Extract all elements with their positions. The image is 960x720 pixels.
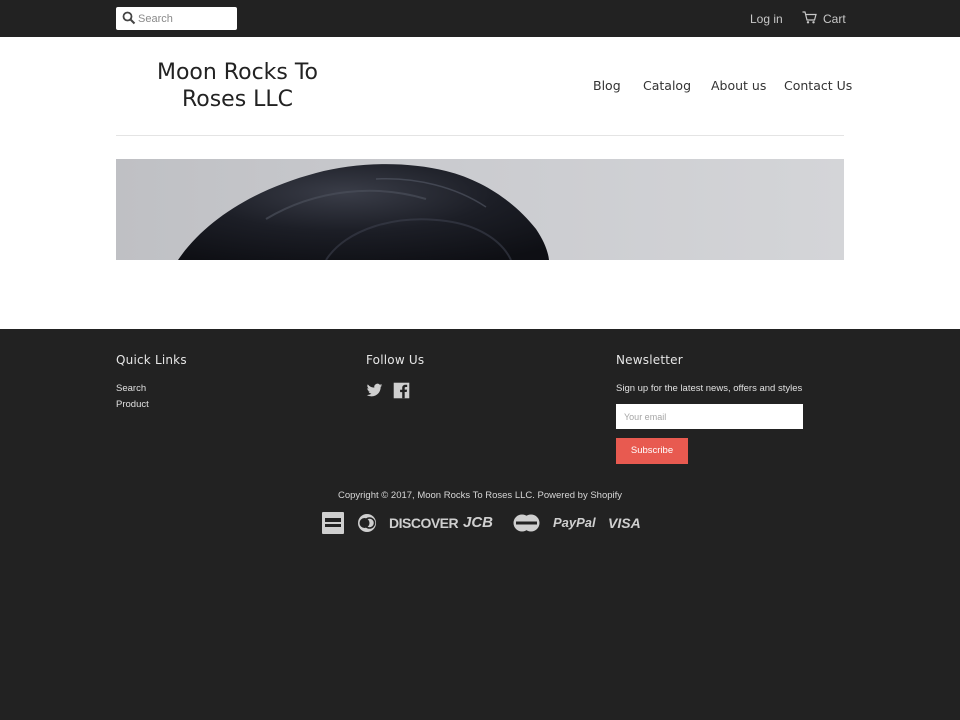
newsletter-text: Sign up for the latest news, offers and …: [616, 383, 803, 394]
logo-line-1[interactable]: Moon Rocks To: [130, 59, 345, 86]
search-box[interactable]: [116, 7, 237, 30]
header-divider: [116, 135, 844, 136]
black-rose-photo: [116, 159, 844, 260]
search-icon[interactable]: [122, 11, 136, 25]
newsletter-title: Newsletter: [616, 353, 683, 367]
visa-icon: VISA: [608, 515, 641, 531]
hero-image: [116, 159, 844, 260]
copyright-text: Copyright © 2017, Moon Rocks To Roses LL…: [337, 490, 623, 501]
discover-icon: DISCOVER: [389, 515, 459, 531]
jcb-icon: JCB: [463, 514, 494, 531]
logo-line-2[interactable]: Roses LLC: [130, 86, 345, 113]
site-logo[interactable]: Moon Rocks To Roses LLC: [130, 59, 345, 113]
quick-link-product[interactable]: Product: [116, 399, 149, 410]
site-header: Moon Rocks To Roses LLC Blog Catalog Abo…: [0, 37, 960, 329]
follow-us-title: Follow Us: [366, 353, 425, 367]
amex-icon: [322, 512, 344, 534]
nav-blog[interactable]: Blog: [593, 78, 621, 93]
subscribe-button[interactable]: Subscribe: [616, 438, 688, 464]
nav-about-us[interactable]: About us: [711, 78, 766, 93]
mastercard-icon: [513, 514, 540, 532]
search-input[interactable]: [138, 9, 232, 28]
facebook-icon[interactable]: [393, 382, 410, 399]
nav-contact-us[interactable]: Contact Us: [784, 78, 852, 93]
diners-club-icon: [358, 514, 376, 532]
email-field[interactable]: [616, 404, 803, 429]
twitter-icon[interactable]: [366, 382, 383, 399]
top-bar: Log in Cart: [0, 0, 960, 37]
login-link[interactable]: Log in: [750, 12, 783, 26]
paypal-icon: PayPal: [553, 515, 596, 530]
cart-link[interactable]: Cart: [823, 12, 846, 26]
nav-catalog[interactable]: Catalog: [643, 78, 691, 93]
site-footer: Quick Links Search Product Follow Us New…: [0, 329, 960, 720]
cart-icon[interactable]: [802, 11, 817, 24]
quick-link-search[interactable]: Search: [116, 383, 146, 394]
quick-links-title: Quick Links: [116, 353, 187, 367]
